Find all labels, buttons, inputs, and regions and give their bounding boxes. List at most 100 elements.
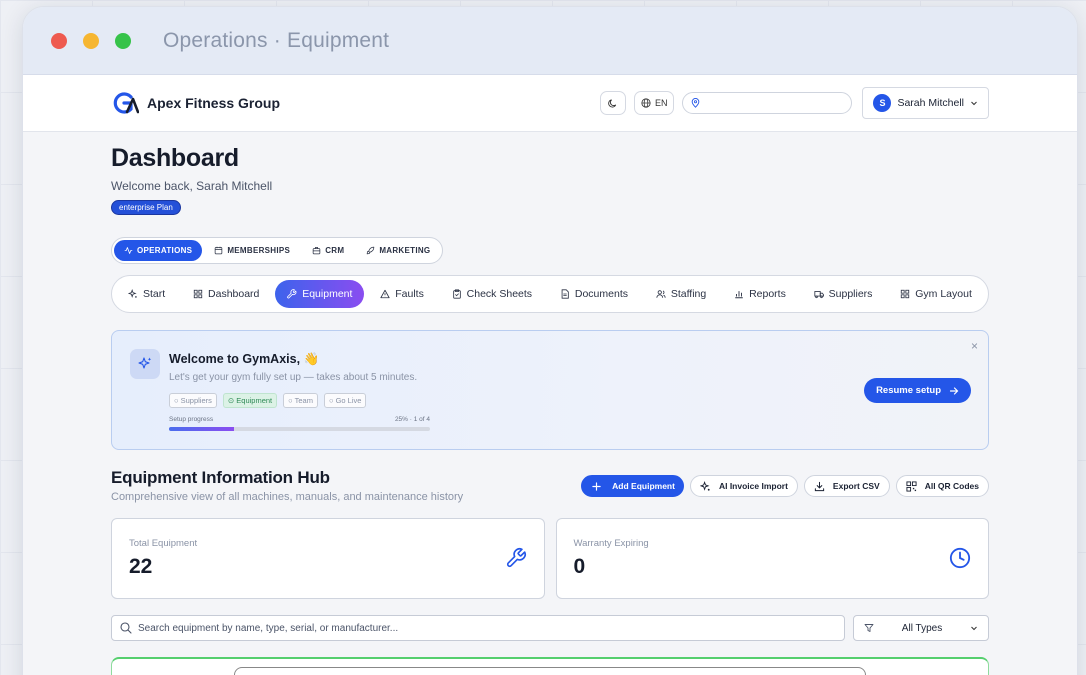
arrow-right-icon — [949, 386, 959, 395]
setup-step-suppliers[interactable]: ○ Suppliers — [169, 393, 217, 408]
hub-subtitle: Comprehensive view of all machines, manu… — [111, 491, 464, 503]
module-tabs: OPERATIONS MEMBERSHIPS CRM MARKETING — [111, 237, 444, 264]
hub-header: Equipment Information Hub Comprehensive … — [111, 468, 989, 503]
setup-step-label: Suppliers — [180, 396, 212, 405]
stat-card-warranty-expiring: Warranty Expiring 0 — [555, 518, 989, 599]
search-row: All Types — [111, 615, 989, 641]
sparkle-icon — [699, 480, 710, 491]
setup-step-equipment[interactable]: ⊙ Equipment — [222, 393, 278, 408]
sub-nav-label: Check Sheets — [466, 288, 533, 300]
stat-value: 0 — [573, 555, 586, 578]
filter-icon — [864, 624, 874, 632]
qr-code-icon — [906, 480, 917, 492]
sub-nav-gym-layout[interactable]: Gym Layout — [888, 280, 984, 308]
layout-icon — [901, 289, 910, 299]
minimize-window-button[interactable] — [83, 32, 99, 49]
sub-nav-equipment[interactable]: Equipment — [275, 280, 365, 308]
sub-nav-label: Gym Layout — [915, 288, 972, 300]
avatar: S — [873, 94, 892, 112]
add-equipment-label: Add Equipment — [612, 481, 675, 491]
sub-nav-label: Reports — [749, 288, 786, 300]
sub-nav-label: Faults — [395, 288, 424, 300]
map-pin-icon — [692, 98, 700, 108]
setup-step-go-live[interactable]: ○ Go Live — [323, 393, 367, 408]
setup-step-label: Go Live — [335, 396, 362, 405]
progress-fill — [169, 427, 235, 431]
plus-icon — [592, 481, 601, 491]
type-filter-value: All Types — [901, 622, 943, 634]
search-input[interactable] — [138, 622, 738, 634]
sub-nav-staffing[interactable]: Staffing — [644, 280, 718, 308]
module-tab-marketing[interactable]: MARKETING — [356, 240, 440, 261]
users-icon — [656, 290, 666, 298]
sparkle-icon — [130, 349, 160, 379]
truck-icon — [814, 291, 824, 299]
sub-nav-start[interactable]: Start — [116, 280, 177, 308]
ai-invoice-import-button[interactable]: AI Invoice Import — [689, 475, 798, 497]
brand[interactable]: Apex Fitness Group — [111, 91, 280, 115]
progress-text: 25% · 1 of 4 — [394, 416, 430, 423]
user-name: Sarah Mitchell — [897, 97, 964, 109]
sub-nav-suppliers[interactable]: Suppliers — [802, 280, 885, 308]
location-selector[interactable] — [682, 92, 853, 114]
stat-label: Warranty Expiring — [573, 538, 649, 549]
welcome-card-title: Welcome to GymAxis, 👋 — [169, 352, 320, 366]
search-box[interactable] — [111, 615, 845, 641]
equipment-list-card — [111, 657, 989, 675]
export-csv-button[interactable]: Export CSV — [803, 475, 890, 497]
sub-nav-label: Documents — [574, 288, 628, 300]
rocket-icon — [367, 246, 375, 255]
hub-title: Equipment Information Hub — [111, 468, 330, 487]
setup-step-team[interactable]: ○ Team — [283, 393, 318, 408]
app-header: Apex Fitness Group EN S Sarah Mitchell — [23, 75, 1077, 132]
grid-icon — [193, 289, 203, 299]
module-tab-crm[interactable]: CRM — [302, 240, 354, 261]
location-input[interactable] — [704, 97, 845, 109]
circle-icon: ○ — [328, 396, 336, 405]
sub-nav-documents[interactable]: Documents — [548, 280, 640, 308]
module-tab-label: OPERATIONS — [137, 246, 193, 255]
main-content: Dashboard Welcome back, Sarah Mitchell e… — [23, 144, 1077, 675]
sub-nav-faults[interactable]: Faults — [368, 280, 436, 308]
globe-icon — [641, 98, 651, 108]
clipboard-icon — [452, 289, 461, 299]
language-button[interactable]: EN — [633, 91, 675, 115]
close-window-button[interactable] — [51, 32, 67, 49]
sub-nav-label: Equipment — [302, 288, 353, 300]
circle-icon: ○ — [174, 396, 181, 405]
sub-nav-label: Staffing — [670, 288, 707, 300]
theme-toggle-button[interactable] — [599, 91, 626, 115]
stat-label: Total Equipment — [129, 538, 198, 549]
welcome-card-subtitle: Let's get your gym fully set up — takes … — [169, 372, 418, 383]
sub-nav-check-sheets[interactable]: Check Sheets — [440, 280, 544, 308]
warning-icon — [380, 289, 390, 299]
bar-chart-icon — [735, 291, 743, 299]
activity-icon — [124, 247, 133, 254]
module-tab-memberships[interactable]: MEMBERSHIPS — [204, 240, 300, 261]
title-bar: Operations · Equipment — [23, 7, 1077, 75]
all-qr-codes-label: All QR Codes — [924, 481, 979, 491]
download-icon — [814, 481, 825, 491]
moon-icon — [608, 98, 617, 108]
all-qr-codes-button[interactable]: All QR Codes — [895, 475, 989, 497]
brand-name: Apex Fitness Group — [147, 95, 281, 111]
maximize-window-button[interactable] — [115, 32, 131, 49]
chevron-down-icon — [971, 626, 977, 631]
list-card-control[interactable] — [234, 667, 866, 675]
close-icon[interactable]: × — [971, 339, 978, 353]
add-equipment-button[interactable]: Add Equipment — [581, 475, 684, 497]
resume-setup-button[interactable]: Resume setup — [864, 378, 971, 403]
stat-value: 22 — [129, 555, 153, 578]
document-icon — [561, 289, 569, 299]
clock-icon — [949, 547, 971, 569]
module-tab-operations[interactable]: OPERATIONS — [114, 240, 203, 261]
export-csv-label: Export CSV — [832, 481, 880, 491]
sub-nav-reports[interactable]: Reports — [722, 280, 798, 308]
sub-nav-dashboard[interactable]: Dashboard — [181, 280, 271, 308]
setup-steps: ○ Suppliers ⊙ Equipment ○ Team ○ Go Live — [169, 393, 970, 408]
module-tab-label: CRM — [325, 246, 345, 255]
brand-logo-icon — [113, 92, 139, 114]
type-filter-select[interactable]: All Types — [853, 615, 989, 641]
user-menu-button[interactable]: S Sarah Mitchell — [862, 87, 989, 119]
ai-invoice-import-label: AI Invoice Import — [718, 481, 788, 491]
